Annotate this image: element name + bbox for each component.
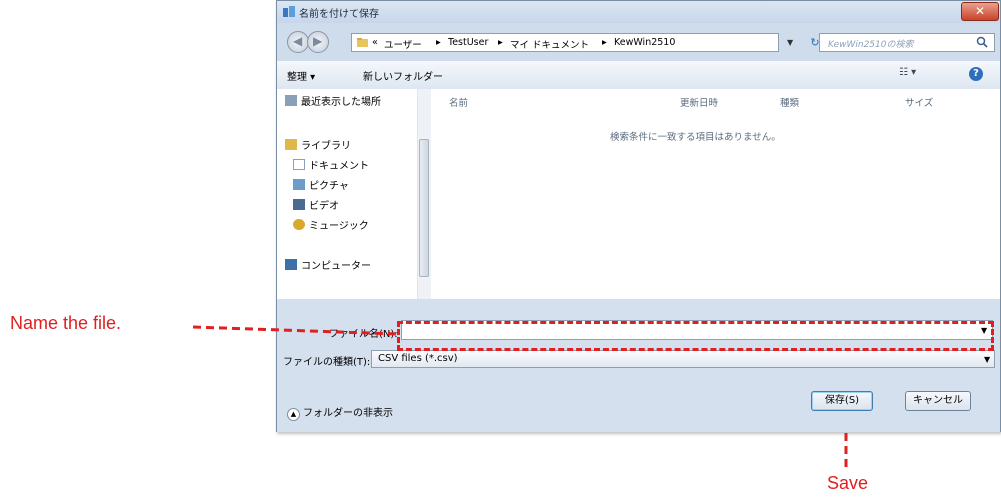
help-icon[interactable]: ? [969, 67, 983, 81]
folder-icon [357, 38, 368, 47]
empty-list-message: 検索条件に一致する項目はありません。 [610, 132, 781, 143]
breadcrumb-separator[interactable]: ▸ [436, 37, 441, 48]
pictures-icon [293, 179, 305, 190]
nav-item-label: ドキュメント [309, 161, 369, 172]
forward-arrow-icon: ▶ [313, 34, 323, 48]
view-options-button[interactable]: ☷ ▾ [899, 67, 916, 78]
nav-item-library[interactable]: ライブラリ [285, 137, 351, 152]
navigation-row: ◀ ▶ « ユーザー ▸ TestUser ▸ マイ ドキュメント ▸ KewW… [277, 23, 1000, 61]
filetype-select[interactable]: CSV files (*.csv) ▼ [371, 350, 995, 368]
nav-item-label: コンピューター [301, 261, 371, 272]
address-bar[interactable]: « ユーザー ▸ TestUser ▸ マイ ドキュメント ▸ KewWin25… [351, 33, 779, 52]
breadcrumb-kewwin2510[interactable]: KewWin2510 [614, 37, 675, 48]
title-bar[interactable]: 名前を付けて保存 ✕ [277, 1, 1000, 23]
nav-item-music[interactable]: ミュージック [293, 217, 369, 232]
collapse-icon: ▲ [287, 408, 300, 421]
breadcrumb-my-documents[interactable]: マイ ドキュメント [510, 37, 589, 51]
nav-scrollbar-thumb[interactable] [419, 139, 429, 277]
address-dropdown-icon[interactable]: ▼ [787, 38, 793, 47]
back-button[interactable]: ◀ [287, 31, 309, 53]
column-header-type[interactable]: 種類 [780, 95, 799, 109]
filetype-value: CSV files (*.csv) [378, 353, 458, 364]
breadcrumb-users[interactable]: ユーザー [384, 37, 422, 51]
documents-icon [293, 159, 305, 170]
breadcrumb-separator[interactable]: ▸ [602, 37, 607, 48]
breadcrumb-testuser[interactable]: TestUser [448, 37, 488, 48]
cancel-button[interactable]: キャンセル [905, 391, 971, 411]
forward-button[interactable]: ▶ [307, 31, 329, 53]
column-header-modified[interactable]: 更新日時 [680, 95, 718, 109]
nav-item-videos[interactable]: ビデオ [293, 197, 339, 212]
nav-scrollbar[interactable] [417, 89, 431, 299]
name-file-annotation: Name the file. [10, 313, 122, 333]
new-folder-button[interactable]: 新しいフォルダー [363, 68, 443, 83]
save-button[interactable]: 保存(S) [811, 391, 873, 411]
nav-item-label: 最近表示した場所 [301, 97, 381, 108]
filetype-label: ファイルの種類(T): [283, 357, 371, 368]
save-as-dialog: 名前を付けて保存 ✕ ◀ ▶ « ユーザー ▸ TestUser ▸ マイ ドキ… [276, 0, 1001, 432]
nav-item-label: ミュージック [309, 221, 369, 232]
save-annotation: Save [827, 473, 869, 493]
nav-item-label: ピクチャ [309, 181, 349, 192]
column-header-name[interactable]: 名前 [449, 95, 468, 109]
breadcrumb-overflow[interactable]: « [372, 37, 378, 48]
nav-item-computer[interactable]: コンピューター [285, 257, 371, 272]
dialog-title: 名前を付けて保存 [299, 9, 379, 20]
save-dialog-icon [283, 6, 295, 17]
search-placeholder: KewWin2510の検索 [828, 40, 914, 50]
hide-folders-toggle[interactable]: ▲ フォルダーの非表示 [287, 404, 393, 421]
hide-folders-label: フォルダーの非表示 [303, 408, 393, 419]
computer-icon [285, 259, 297, 270]
toolbar: 整理 ▾ 新しいフォルダー ☷ ▾ ? [277, 61, 1000, 90]
close-button[interactable]: ✕ [961, 2, 999, 21]
back-arrow-icon: ◀ [293, 34, 303, 48]
search-icon[interactable] [976, 36, 988, 48]
name-file-pointer-line [193, 325, 398, 336]
navigation-pane: 最近表示した場所 ライブラリ ドキュメント ピクチャ ビデオ ミュージック コン… [277, 89, 436, 299]
nav-item-documents[interactable]: ドキュメント [293, 157, 369, 172]
filetype-dropdown-icon[interactable]: ▼ [984, 355, 990, 364]
column-header-size[interactable]: サイズ [905, 95, 933, 109]
nav-item-label: ビデオ [309, 201, 339, 212]
file-list-pane: 名前 更新日時 種類 サイズ 検索条件に一致する項目はありません。 [435, 89, 1000, 299]
breadcrumb-separator[interactable]: ▸ [498, 37, 503, 48]
nav-item-recent-places[interactable]: 最近表示した場所 [285, 93, 381, 108]
save-form: ファイル名(N): ▼ ファイルの種類(T): CSV files (*.csv… [277, 299, 1000, 432]
videos-icon [293, 199, 305, 210]
search-input[interactable]: KewWin2510の検索 [819, 33, 995, 52]
recent-places-icon [285, 95, 297, 106]
music-icon [293, 219, 305, 230]
filename-highlight-box [397, 321, 994, 351]
nav-item-pictures[interactable]: ピクチャ [293, 177, 349, 192]
nav-item-label: ライブラリ [301, 141, 351, 152]
organize-button[interactable]: 整理 ▾ [287, 68, 315, 83]
library-icon [285, 139, 297, 150]
